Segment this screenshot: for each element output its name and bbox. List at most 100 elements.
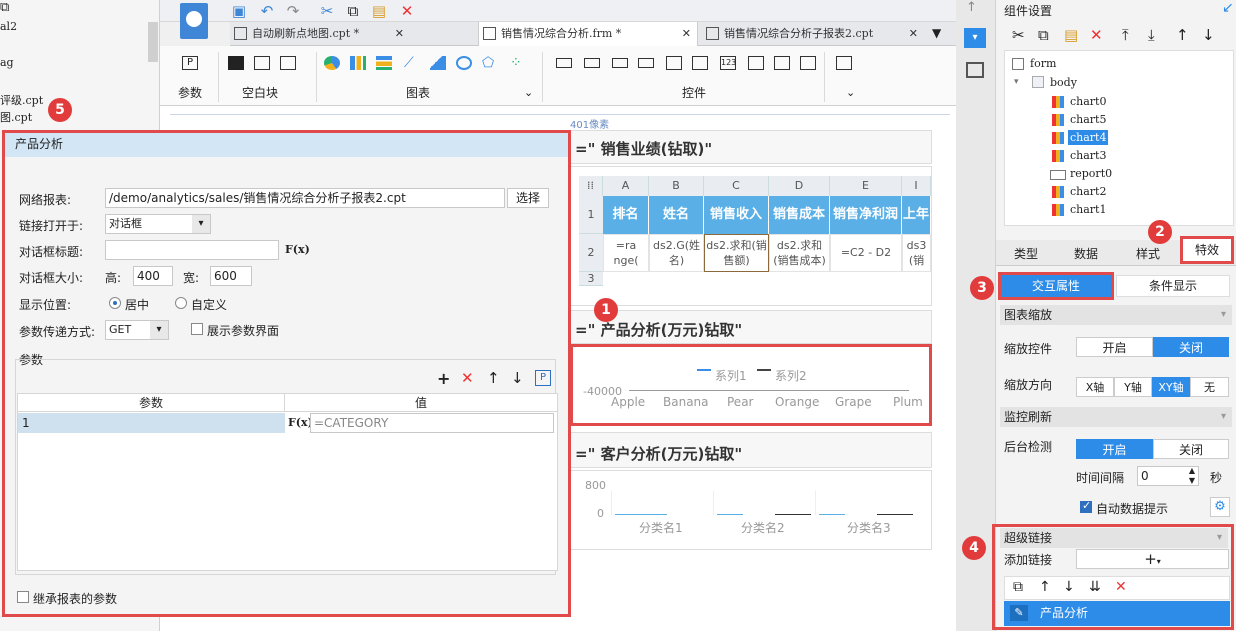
- open-in-select[interactable]: 对话框 ▾: [105, 214, 211, 234]
- edit-icon[interactable]: ✎: [1010, 605, 1028, 621]
- radio-custom[interactable]: [175, 297, 187, 309]
- tree-item-chart4[interactable]: chart4: [1068, 130, 1109, 145]
- date-widget-icon[interactable]: [666, 56, 682, 70]
- scrollbar[interactable]: [148, 22, 158, 62]
- dialog-title-input[interactable]: [105, 240, 279, 260]
- section-product[interactable]: =" 产品分析(万元)钻取": [570, 310, 932, 344]
- link-item[interactable]: ✎ 产品分析: [1004, 601, 1230, 626]
- file-item[interactable]: al2: [0, 20, 17, 33]
- report-grid[interactable]: ⁞⁞ A B C D E I 1 2 3 排名 姓名 销售收入 销售成本 销售净…: [579, 176, 931, 290]
- block-icon[interactable]: [254, 56, 270, 70]
- tab-frm[interactable]: 销售情况综合分析.frm * ✕: [478, 22, 698, 46]
- monitor-on-toggle[interactable]: 开启: [1076, 439, 1153, 459]
- delete-icon[interactable]: ✕: [461, 369, 474, 387]
- arrow-up-icon[interactable]: ↑: [487, 369, 500, 387]
- move-top-icon[interactable]: ⤒: [1122, 26, 1129, 44]
- delete-icon[interactable]: ✕: [1115, 579, 1127, 595]
- method-select[interactable]: GET ▾: [105, 320, 169, 340]
- line-chart-icon[interactable]: ⟋: [404, 56, 420, 70]
- sort-icon[interactable]: ⇊: [1089, 579, 1101, 595]
- tree-item-chart5[interactable]: chart5: [1070, 113, 1106, 126]
- hbar-chart-icon[interactable]: [376, 56, 392, 70]
- dir-x[interactable]: X轴: [1076, 377, 1114, 397]
- tree-item-chart0[interactable]: chart0: [1070, 95, 1106, 108]
- paste-icon[interactable]: ▤: [1064, 26, 1078, 44]
- dir-xy[interactable]: XY轴: [1152, 377, 1190, 397]
- tab-type[interactable]: 类型: [1014, 245, 1038, 262]
- subtab-interaction[interactable]: 交互属性: [998, 272, 1114, 300]
- label-widget-icon[interactable]: [584, 58, 600, 68]
- subtab-condition[interactable]: 条件显示: [1116, 275, 1230, 297]
- new-template-button[interactable]: [170, 0, 224, 48]
- row-header[interactable]: 2: [579, 234, 603, 272]
- formula-icon[interactable]: F(x): [288, 413, 313, 433]
- delete-icon[interactable]: ✕: [398, 2, 416, 20]
- monitor-off-toggle[interactable]: 关闭: [1153, 439, 1229, 459]
- copy-icon[interactable]: ⧉: [0, 0, 30, 18]
- tree-item-body[interactable]: body: [1050, 76, 1077, 89]
- tree-item-chart3[interactable]: chart3: [1070, 149, 1106, 162]
- col-header[interactable]: C: [704, 176, 769, 196]
- section-zoom[interactable]: 图表缩放 ▾: [1000, 305, 1232, 325]
- undo-icon[interactable]: ↶: [258, 2, 276, 20]
- tab-data[interactable]: 数据: [1074, 245, 1098, 262]
- grid-widget-icon[interactable]: [692, 56, 708, 70]
- row-header[interactable]: 3: [579, 272, 603, 286]
- paste-icon[interactable]: ▤: [370, 2, 388, 20]
- tab-menu-icon[interactable]: ▼: [932, 26, 941, 40]
- param-icon[interactable]: P: [535, 370, 551, 386]
- combo-widget-icon[interactable]: [638, 58, 654, 68]
- file-item[interactable]: ag: [0, 56, 14, 69]
- zoom-on-toggle[interactable]: 开启: [1076, 337, 1153, 357]
- col-header[interactable]: B: [649, 176, 704, 196]
- block-icon[interactable]: [280, 56, 296, 70]
- param-name-cell[interactable]: 1: [18, 413, 285, 433]
- tree-item-form[interactable]: form: [1030, 57, 1056, 70]
- section-customer[interactable]: =" 客户分析(万元)钻取": [570, 432, 932, 468]
- net-report-input[interactable]: /demo/analytics/sales/销售情况综合分析子报表2.cpt: [105, 188, 505, 208]
- close-icon[interactable]: ✕: [909, 22, 918, 46]
- data-cell[interactable]: =C2 - D2: [830, 234, 902, 272]
- data-cell[interactable]: =ra nge(: [603, 234, 649, 272]
- add-link-button[interactable]: +▾: [1076, 549, 1229, 569]
- formula-icon[interactable]: F(x): [285, 240, 310, 260]
- copy-icon[interactable]: ⧉: [344, 2, 362, 20]
- section-monitor[interactable]: 监控刷新 ▾: [1000, 407, 1232, 427]
- chevron-down-icon[interactable]: ⌄: [846, 86, 855, 99]
- expand-icon[interactable]: ↙: [1222, 0, 1234, 16]
- data-cell[interactable]: ds2.G(姓名): [649, 234, 704, 272]
- file-item[interactable]: 评级.cpt: [0, 92, 43, 108]
- add-icon[interactable]: +: [437, 369, 450, 388]
- close-icon[interactable]: ✕: [395, 22, 404, 46]
- block-icon[interactable]: [228, 56, 244, 70]
- arrow-up-icon[interactable]: ↑: [1039, 579, 1051, 595]
- search-widget-icon[interactable]: [836, 56, 852, 70]
- number-widget-icon[interactable]: 123: [720, 56, 736, 70]
- area-chart-icon[interactable]: [430, 56, 446, 70]
- data-cell[interactable]: ds2.求和(销售额): [704, 234, 769, 272]
- tree-widget-icon[interactable]: [800, 56, 816, 70]
- cut-icon[interactable]: ✂: [318, 2, 336, 20]
- collapse-icon[interactable]: ▾: [1014, 77, 1019, 87]
- data-cell[interactable]: ds3 (销: [902, 234, 931, 272]
- chart-product[interactable]: 系列1 系列2 -40000 Apple Banana Pear Orange …: [570, 344, 932, 426]
- tab-sub-report[interactable]: 销售情况综合分析子报表2.cpt ✕: [702, 22, 924, 46]
- auto-tip-checkbox[interactable]: [1080, 499, 1092, 513]
- component-settings-icon[interactable]: ▾: [964, 28, 986, 48]
- spinner-icon[interactable]: ▲ ▼: [1186, 466, 1198, 486]
- delete-icon[interactable]: ✕: [1090, 26, 1103, 44]
- header-cell[interactable]: 销售成本: [769, 196, 830, 234]
- cut-icon[interactable]: ✂: [1012, 26, 1025, 44]
- chevron-down-icon[interactable]: ⌄: [524, 86, 533, 99]
- radio-center[interactable]: [109, 297, 121, 309]
- copy-icon[interactable]: ⧉: [1038, 26, 1049, 44]
- inherit-checkbox[interactable]: [17, 591, 29, 603]
- arrow-down-icon[interactable]: ↓: [1063, 579, 1075, 595]
- tree-item-report0[interactable]: report0: [1070, 167, 1112, 180]
- checkbox-widget-icon[interactable]: [774, 56, 790, 70]
- arrow-up-icon[interactable]: ↑: [1176, 26, 1189, 44]
- header-cell[interactable]: 销售净利润: [830, 196, 902, 234]
- chart-customer[interactable]: 800 0 分类名1 分类名2 分类名3: [570, 470, 932, 550]
- arrow-down-icon[interactable]: ↓: [1202, 26, 1215, 44]
- width-input[interactable]: 600: [210, 266, 252, 286]
